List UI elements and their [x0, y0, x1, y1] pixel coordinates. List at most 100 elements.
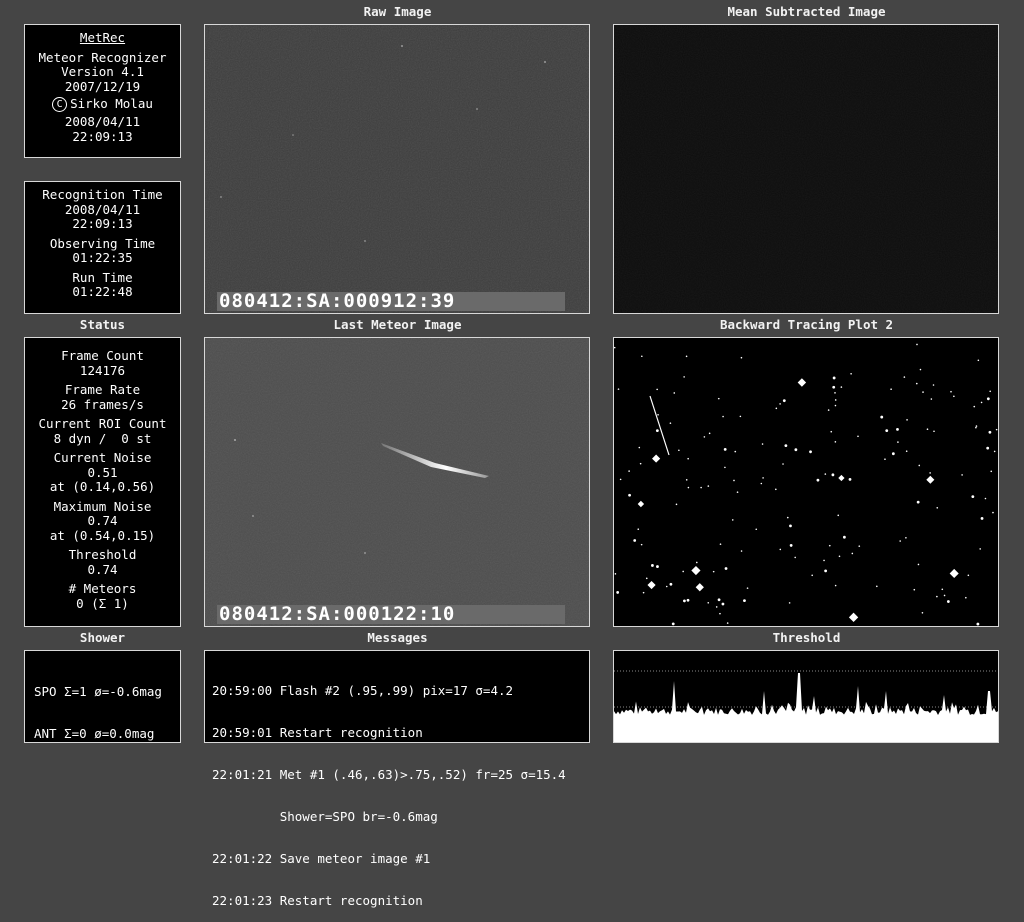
star	[824, 569, 828, 573]
timing-panel: Recognition Time 2008/04/11 22:09:13 Obs…	[24, 181, 181, 314]
star	[740, 550, 743, 552]
star	[919, 368, 922, 371]
message-line: 20:59:01 Restart recognition	[212, 725, 423, 740]
author-name: Sirko Molau	[70, 96, 153, 111]
star	[736, 491, 739, 493]
star	[669, 422, 672, 424]
meteor-image-timestamp: 080412:SA:000122:10	[217, 605, 565, 624]
star	[746, 587, 749, 589]
star	[950, 390, 952, 393]
star	[897, 441, 899, 443]
star	[628, 470, 630, 472]
star	[896, 427, 899, 431]
star	[986, 446, 990, 450]
star	[916, 500, 920, 504]
star	[838, 555, 841, 558]
copyright-line: C Sirko Molau	[25, 96, 180, 112]
star	[707, 485, 710, 487]
shower-panel: SPO Σ=1 ø=-0.6mag ANT Σ=0 ø=0.0mag	[24, 650, 181, 743]
messages-label: Messages	[367, 630, 428, 645]
star	[617, 388, 620, 390]
star	[696, 561, 698, 564]
star	[633, 539, 637, 542]
star	[645, 577, 648, 580]
star	[707, 602, 710, 604]
threshold-graph	[614, 651, 998, 742]
star	[980, 517, 984, 520]
observing-time-label: Observing Time	[49, 235, 156, 251]
star	[657, 413, 659, 416]
star	[831, 473, 835, 477]
star	[906, 419, 908, 421]
star	[655, 429, 659, 433]
star	[641, 355, 643, 358]
star	[656, 565, 659, 568]
star	[832, 385, 836, 389]
star	[926, 428, 929, 431]
star	[842, 535, 846, 539]
star	[834, 399, 837, 401]
star	[760, 482, 763, 485]
star	[834, 392, 836, 394]
recognition-time-label: Recognition Time	[42, 187, 163, 202]
star	[977, 359, 980, 362]
star	[775, 407, 778, 410]
maximum-noise-position: at (0.54,0.15)	[49, 527, 156, 543]
star	[989, 390, 991, 393]
current-date: 2008/04/11	[64, 114, 141, 129]
backward-tracing-plot	[613, 337, 999, 627]
star	[837, 514, 840, 517]
roi-count-value: 8 dyn / 0 st	[53, 430, 152, 446]
threshold-plot	[613, 650, 999, 743]
about-panel: MetRec Meteor Recognizer Version 4.1 200…	[24, 24, 181, 158]
star	[918, 464, 921, 467]
shower-label: Shower	[79, 630, 126, 645]
star	[708, 432, 711, 435]
shower-line: SPO Σ=1 ø=-0.6mag	[34, 684, 162, 699]
message-line: 22:01:22 Save meteor image #1	[212, 851, 431, 866]
star	[851, 552, 854, 555]
star	[638, 446, 641, 449]
star	[686, 598, 690, 602]
last-meteor-noise	[205, 338, 589, 626]
star	[995, 428, 998, 431]
mean-subtracted-noise	[614, 25, 998, 313]
star	[786, 516, 789, 519]
star	[687, 486, 690, 489]
observing-time-value: 01:22:35	[72, 250, 133, 265]
star	[827, 409, 830, 411]
star	[990, 470, 993, 473]
star	[993, 450, 996, 453]
star	[669, 582, 673, 586]
star	[743, 599, 746, 603]
star	[703, 436, 706, 438]
star	[930, 398, 933, 400]
threshold-label: Threshold	[772, 630, 841, 645]
frame-count-label: Frame Count	[61, 348, 144, 363]
star	[811, 574, 813, 577]
raw-image-noise	[205, 25, 589, 313]
star	[890, 388, 892, 391]
star	[700, 486, 702, 489]
star	[619, 478, 622, 481]
star	[616, 591, 620, 594]
raw-image-label: Raw Image	[363, 4, 432, 19]
star	[740, 356, 743, 359]
frame-rate-label: Frame Rate	[64, 382, 141, 397]
star	[794, 556, 796, 559]
star	[673, 392, 676, 394]
star	[712, 570, 715, 573]
star	[640, 543, 643, 546]
roi-count-label: Current ROI Count	[38, 416, 167, 431]
star	[961, 474, 963, 476]
star	[903, 376, 906, 378]
recognition-date-value: 2008/04/11	[64, 201, 141, 217]
star	[683, 376, 685, 378]
star	[788, 602, 791, 604]
star	[988, 430, 992, 434]
star	[724, 466, 726, 469]
star	[921, 611, 924, 614]
maximum-noise-label: Maximum Noise	[53, 498, 152, 514]
run-time-label: Run Time	[72, 269, 133, 285]
star	[733, 479, 735, 482]
